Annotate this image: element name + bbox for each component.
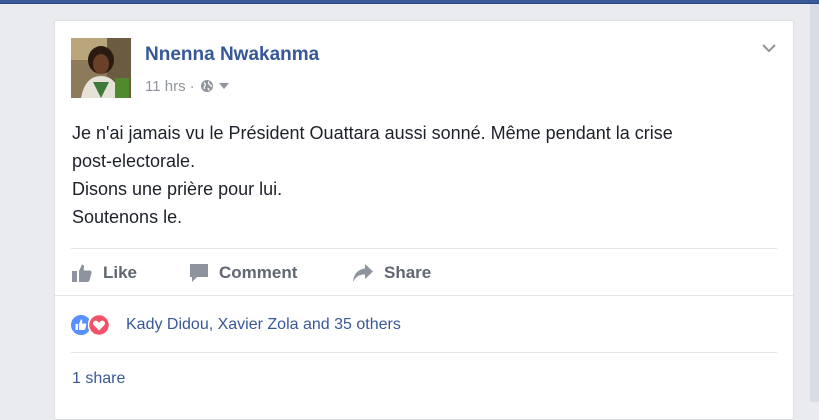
shares-divider bbox=[71, 352, 777, 353]
reactions-row: Kady Didou, Xavier Zola and 35 others bbox=[70, 314, 401, 336]
love-reaction-icon bbox=[88, 314, 110, 336]
author-name[interactable]: Nnenna Nwakanma bbox=[145, 44, 319, 66]
right-scroll-edge bbox=[810, 4, 819, 402]
comment-button[interactable]: Comment bbox=[189, 260, 297, 286]
top-navigation-bar bbox=[0, 0, 819, 4]
share-arrow-icon bbox=[353, 264, 373, 282]
post-text-line: Disons une prière pour lui. bbox=[72, 179, 283, 199]
reactions-divider bbox=[55, 295, 793, 296]
post-timestamp[interactable]: 11 hrs bbox=[145, 78, 186, 95]
share-label: Share bbox=[384, 263, 432, 282]
actions-divider bbox=[71, 248, 777, 249]
reaction-icons[interactable] bbox=[70, 314, 120, 336]
chevron-down-icon[interactable] bbox=[761, 41, 777, 55]
post-text: Je n'ai jamais vu le Président Ouattara … bbox=[72, 119, 772, 231]
post-text-line: post-electorale. bbox=[72, 151, 196, 171]
reactions-summary[interactable]: Kady Didou, Xavier Zola and 35 others bbox=[126, 316, 401, 334]
comment-label: Comment bbox=[219, 263, 298, 282]
share-button[interactable]: Share bbox=[352, 260, 431, 286]
post-meta: 11 hrs · bbox=[145, 77, 230, 95]
post-card: Nnenna Nwakanma 11 hrs · Je n'ai jamais … bbox=[54, 20, 794, 420]
post-text-line: Je n'ai jamais vu le Président Ouattara … bbox=[72, 123, 673, 143]
thumbs-up-icon bbox=[72, 264, 92, 282]
share-count[interactable]: 1 share bbox=[72, 370, 125, 388]
comment-icon bbox=[190, 264, 208, 282]
like-button[interactable]: Like bbox=[71, 260, 137, 286]
post-text-line: Soutenons le. bbox=[72, 207, 183, 227]
meta-separator: · bbox=[189, 77, 195, 95]
like-label: Like bbox=[103, 263, 138, 282]
author-avatar[interactable] bbox=[71, 38, 131, 98]
audience-dropdown-icon[interactable] bbox=[218, 82, 230, 90]
globe-icon[interactable] bbox=[200, 79, 214, 93]
